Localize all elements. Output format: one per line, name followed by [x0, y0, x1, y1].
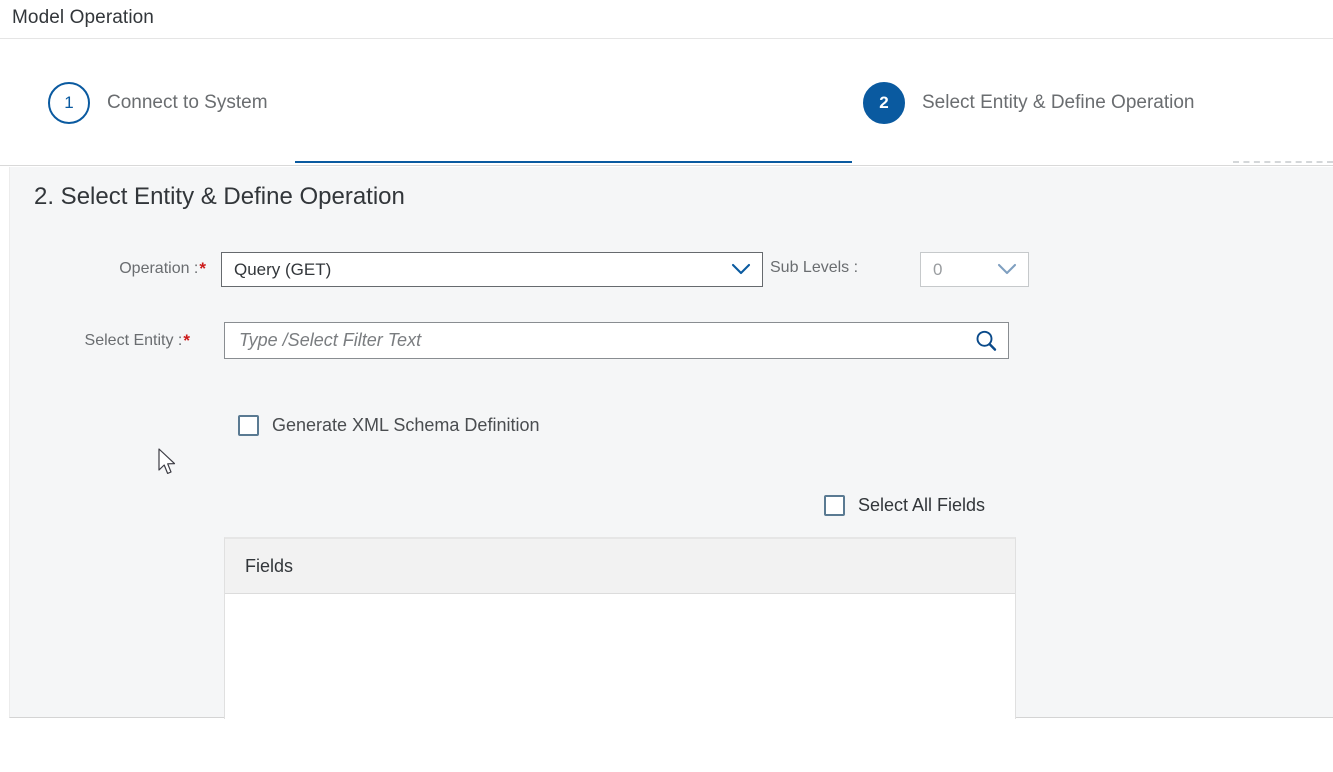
wizard-progress-header: 1 Connect to System 2 Select Entity & De… — [0, 40, 1333, 205]
select-entity-label-text: Select Entity : — [84, 332, 183, 349]
wizard-step-2-number: 2 — [863, 82, 905, 124]
wizard-step-2-label: Select Entity & Define Operation — [922, 92, 1195, 113]
select-entity-placeholder: Type /Select Filter Text — [239, 330, 422, 350]
operation-required-asterisk: * — [199, 259, 206, 278]
operation-selected-value: Query (GET) — [234, 259, 332, 279]
page-title: Model Operation — [12, 7, 154, 28]
section-heading: 2. Select Entity & Define Operation — [34, 183, 405, 210]
select-all-fields-checkbox-row[interactable]: Select All Fields — [824, 495, 985, 516]
operation-dropdown[interactable]: Query (GET) — [221, 252, 763, 287]
wizard-step-1-label: Connect to System — [107, 92, 268, 113]
search-icon[interactable] — [964, 323, 1008, 358]
sub-levels-selected-value: 0 — [933, 259, 943, 279]
select-entity-field[interactable]: Type /Select Filter Text — [224, 322, 1009, 359]
fields-table-column-fields: Fields — [245, 555, 294, 576]
window-title-bar: Model Operation — [0, 0, 1333, 39]
wizard-step-content-panel: 2. Select Entity & Define Operation Oper… — [9, 167, 1333, 719]
wizard-connector-completed — [295, 161, 852, 163]
wizard-step-select-entity-define-operation[interactable]: 2 Select Entity & Define Operation — [863, 40, 1194, 166]
select-entity-required-asterisk: * — [183, 331, 190, 350]
wizard-step-connect-to-system[interactable]: 1 Connect to System — [48, 40, 268, 166]
generate-xml-schema-checkbox-row[interactable]: Generate XML Schema Definition — [238, 415, 539, 436]
chevron-down-icon[interactable] — [996, 253, 1018, 286]
wizard-step-1-number: 1 — [48, 82, 90, 124]
sub-levels-label: Sub Levels : — [770, 259, 859, 276]
operation-label-text: Operation : — [119, 260, 199, 277]
select-entity-label: Select Entity :* — [10, 331, 190, 351]
select-all-fields-checkbox[interactable] — [824, 495, 845, 516]
generate-xml-schema-label: Generate XML Schema Definition — [272, 415, 540, 435]
wizard-connector-upcoming — [1233, 161, 1333, 163]
fields-table-header-row: Fields — [225, 539, 1015, 594]
operation-label: Operation :* — [10, 259, 206, 279]
fields-table: Fields — [224, 537, 1016, 719]
fields-table-body[interactable] — [225, 594, 1015, 719]
select-all-fields-label: Select All Fields — [858, 495, 986, 515]
sub-levels-dropdown[interactable]: 0 — [920, 252, 1029, 287]
generate-xml-schema-checkbox[interactable] — [238, 415, 259, 436]
chevron-down-icon[interactable] — [730, 253, 752, 286]
